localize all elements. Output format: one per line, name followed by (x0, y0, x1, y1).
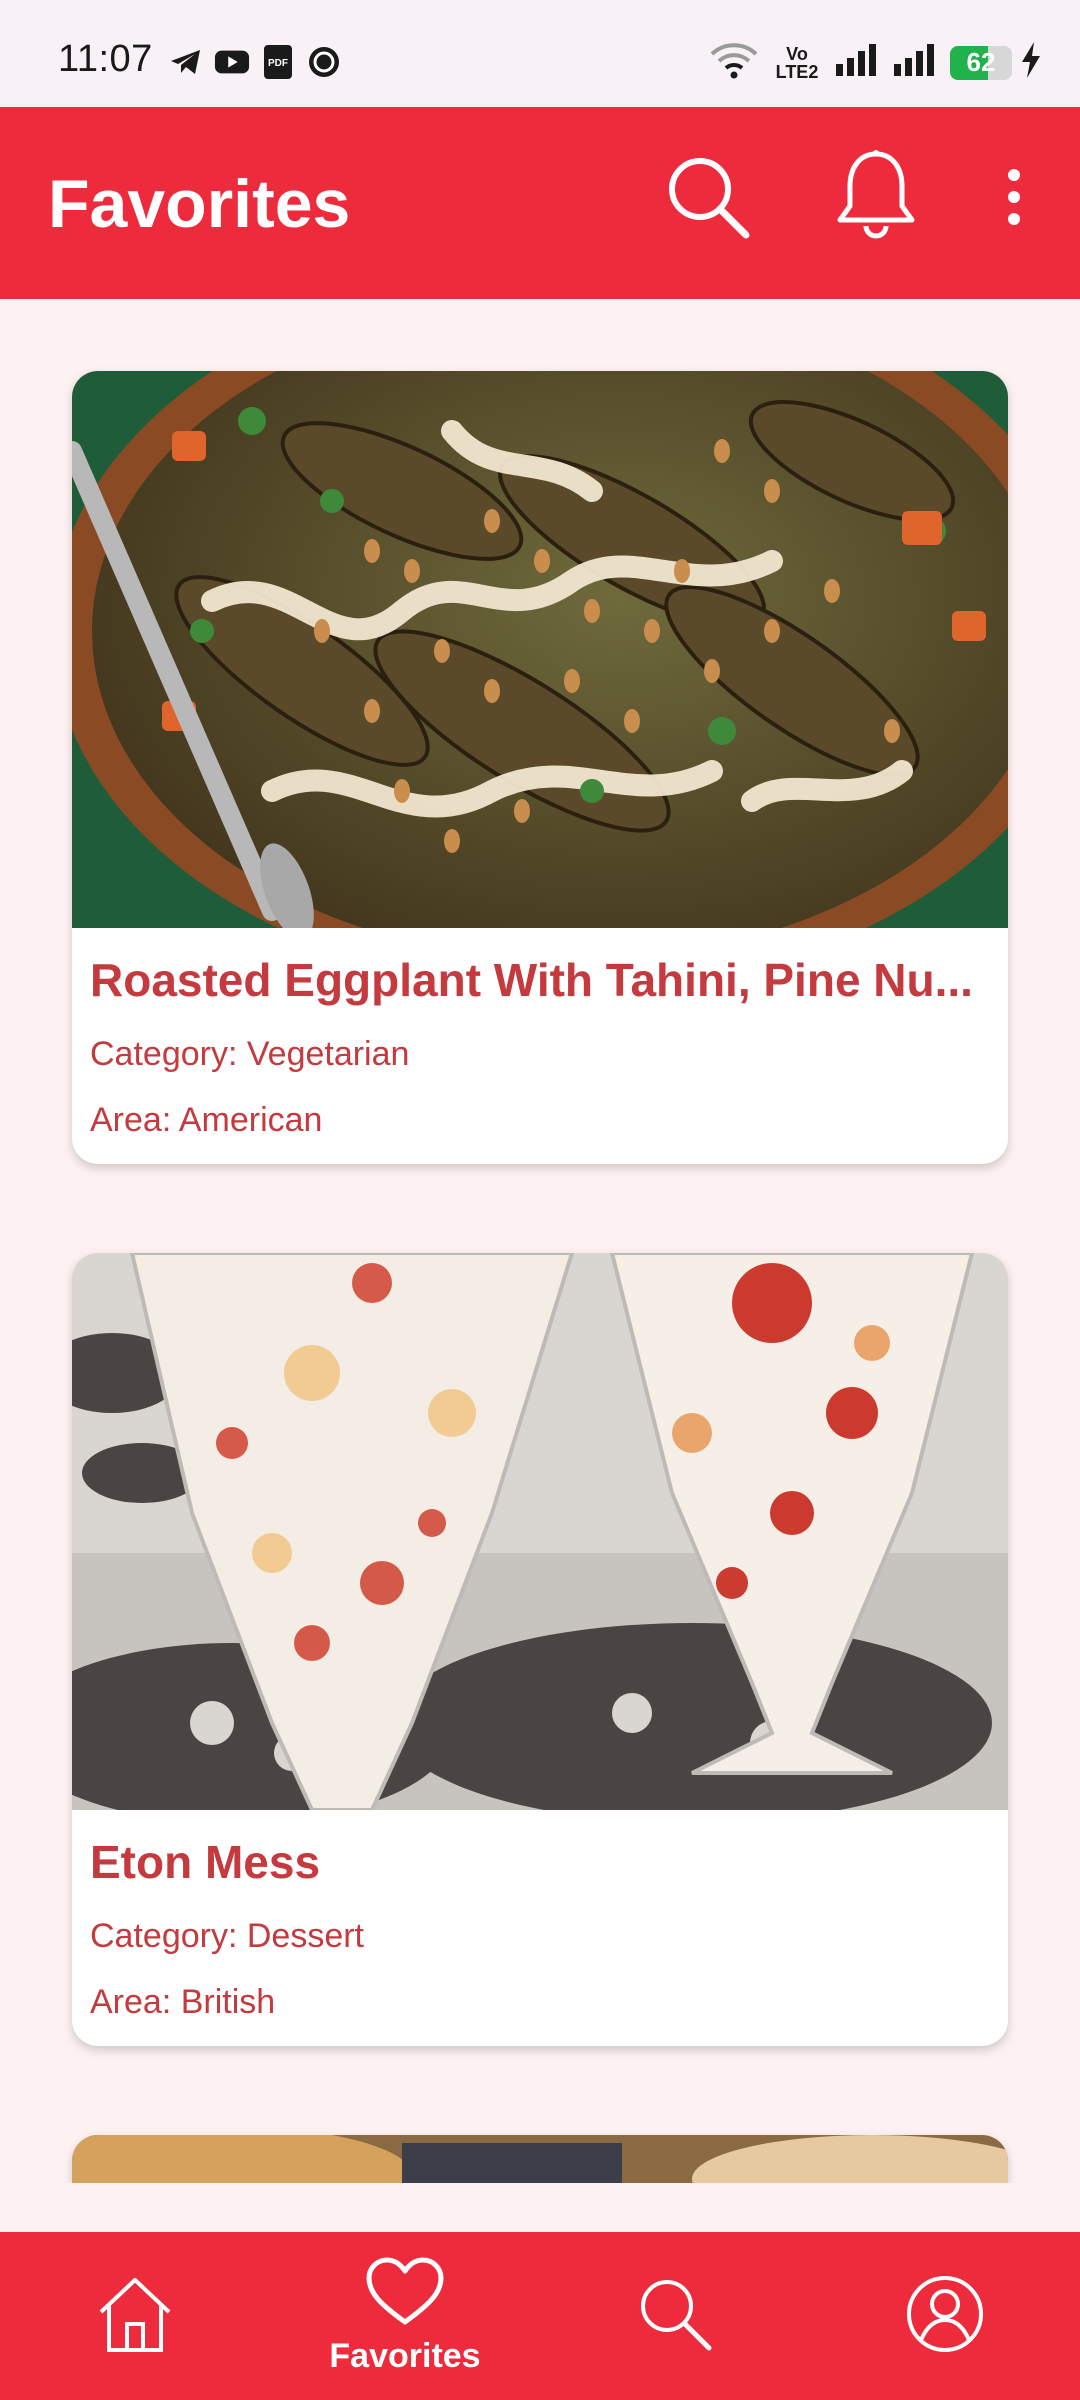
nav-home[interactable] (0, 2232, 270, 2400)
meal-area: Area: American (90, 1101, 323, 1139)
heart-icon (363, 2256, 447, 2333)
meal-image (72, 1253, 1008, 1810)
signal-icon (834, 42, 880, 83)
status-indicators: Vo LTE2 62 (708, 40, 1042, 85)
more-options-button[interactable] (954, 139, 1074, 259)
home-icon (93, 2272, 177, 2361)
page-title: Favorites (48, 166, 351, 242)
battery-percent: 62 (966, 47, 996, 77)
meal-category: Category: Vegetarian (90, 1035, 410, 1073)
bell-icon (832, 148, 920, 251)
favorite-card[interactable]: Roasted Eggplant With Tahini, Pine Nu...… (72, 371, 1008, 1164)
telegram-icon (168, 44, 204, 80)
pdf-icon: PDF (260, 44, 296, 80)
favorite-card[interactable]: Eton Mess Category: Dessert Area: Britis… (72, 1253, 1008, 2046)
profile-icon (903, 2272, 987, 2361)
app-bar: Favorites (0, 107, 1080, 299)
meal-title: Roasted Eggplant With Tahini, Pine Nu... (90, 954, 973, 1006)
card-body: Roasted Eggplant With Tahini, Pine Nu...… (72, 928, 1008, 1142)
meal-category: Category: Dessert (90, 1917, 364, 1955)
status-time: 11:07 (58, 38, 153, 80)
notifications-button[interactable] (816, 139, 936, 259)
status-bar: 11:07 PDF Vo LTE2 62 (0, 0, 1080, 107)
signal-icon-2 (892, 42, 938, 83)
volte-label: Vo (786, 43, 808, 64)
charging-icon (1020, 41, 1042, 84)
search-button[interactable] (648, 139, 768, 259)
favorite-card-partial[interactable] (72, 2135, 1008, 2183)
bottom-navigation: Favorites (0, 2232, 1080, 2400)
status-app-icons: PDF (168, 44, 342, 80)
favorites-list[interactable]: Roasted Eggplant With Tahini, Pine Nu...… (0, 299, 1080, 2183)
meal-image (72, 371, 1008, 928)
search-icon (635, 2274, 715, 2359)
card-body: Eton Mess Category: Dessert Area: Britis… (72, 1810, 1008, 2024)
meal-image (72, 2135, 1008, 2183)
wifi-icon (708, 40, 760, 85)
volte-indicator: Vo LTE2 (772, 45, 822, 81)
nav-favorites[interactable]: Favorites (270, 2232, 540, 2400)
youtube-icon (214, 44, 250, 80)
nav-profile[interactable] (810, 2232, 1080, 2400)
search-icon (662, 151, 754, 248)
nav-search[interactable] (540, 2232, 810, 2400)
lte-label: LTE2 (775, 61, 819, 82)
more-vert-icon (1004, 167, 1024, 232)
meal-area: Area: British (90, 1983, 276, 2021)
svg-text:PDF: PDF (268, 58, 288, 69)
battery-indicator: 62 (950, 45, 1012, 80)
nav-favorites-label: Favorites (329, 2337, 481, 2375)
meal-title: Eton Mess (90, 1836, 321, 1888)
whatsapp-icon (306, 44, 342, 80)
